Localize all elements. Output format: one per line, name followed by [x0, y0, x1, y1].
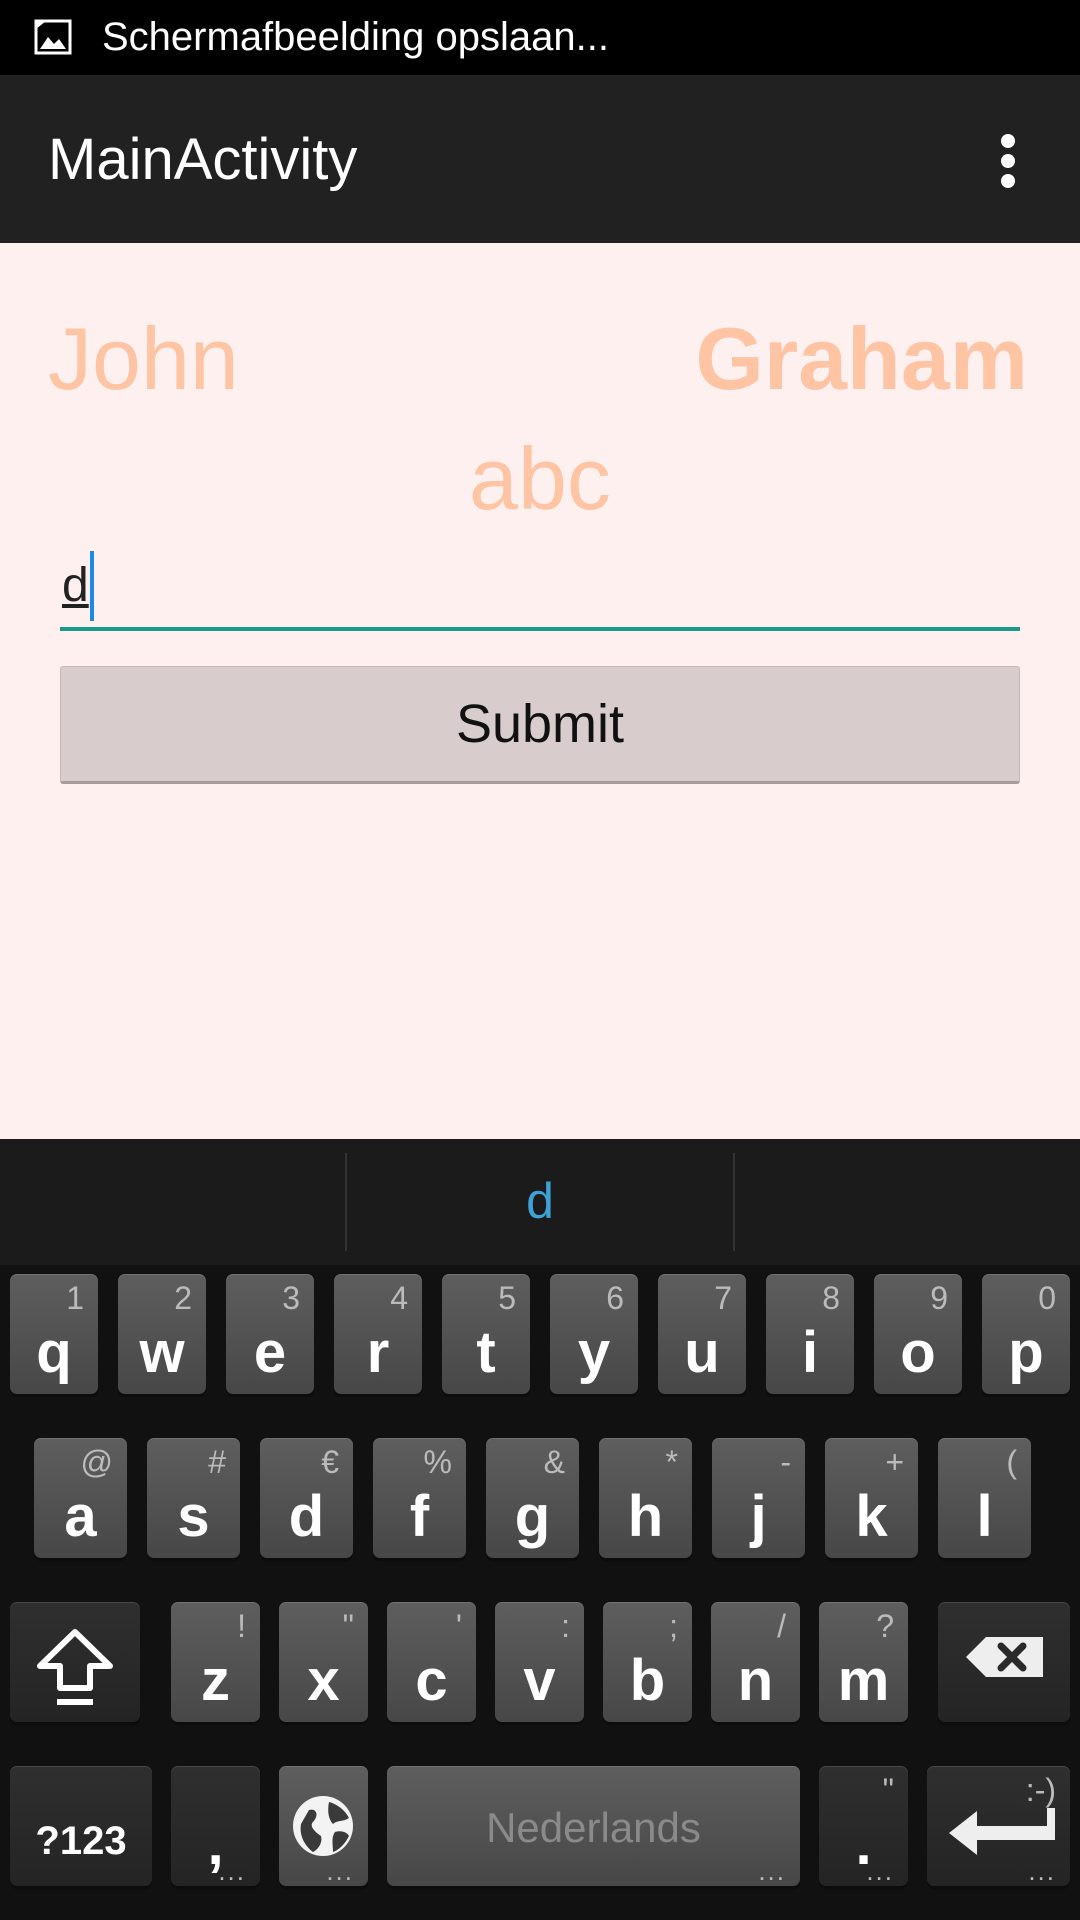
input-value: d: [62, 559, 89, 612]
key-n[interactable]: / n: [711, 1602, 800, 1722]
enter-key[interactable]: :-) ...: [927, 1766, 1070, 1886]
key-g[interactable]: & g: [486, 1438, 579, 1558]
key-f[interactable]: % f: [373, 1438, 466, 1558]
comma-key[interactable]: , ...: [171, 1766, 260, 1886]
key-z[interactable]: ! z: [171, 1602, 260, 1722]
soft-keyboard: d 1q 2w 3e 4r 5t 6y 7u 8i 9o 0p @ a # s € d…: [0, 1139, 1080, 1920]
text-cursor: [90, 551, 94, 621]
key-u[interactable]: 7u: [658, 1274, 746, 1394]
suggestion-strip: d: [0, 1139, 1080, 1265]
key-s[interactable]: # s: [147, 1438, 240, 1558]
last-name-text: Graham: [695, 309, 1028, 408]
first-name-text: John: [48, 309, 239, 408]
key-d[interactable]: € d: [260, 1438, 353, 1558]
key-r[interactable]: 4r: [334, 1274, 422, 1394]
status-notification-text: Schermafbeelding opslaan...: [102, 15, 609, 59]
overflow-menu-icon[interactable]: [990, 131, 1026, 191]
key-j[interactable]: -j: [712, 1438, 805, 1558]
suggestion-word[interactable]: d: [0, 1169, 1080, 1233]
submit-button[interactable]: Submit: [60, 666, 1020, 784]
language-key[interactable]: ...: [279, 1766, 368, 1886]
key-l[interactable]: (l: [938, 1438, 1031, 1558]
symbols-key[interactable]: ?123: [10, 1766, 152, 1886]
backspace-key[interactable]: [938, 1602, 1070, 1722]
main-content: John Graham abc d Submit: [0, 243, 1080, 1139]
key-w[interactable]: 2w: [118, 1274, 206, 1394]
shift-key[interactable]: [10, 1602, 140, 1722]
key-p[interactable]: 0p: [982, 1274, 1070, 1394]
period-key[interactable]: " . ...: [819, 1766, 908, 1886]
text-input[interactable]: d: [60, 543, 1020, 631]
status-bar: Schermafbeelding opslaan...: [0, 0, 1080, 75]
action-bar: MainActivity: [0, 75, 1080, 243]
key-x[interactable]: " x: [279, 1602, 368, 1722]
image-icon: [34, 19, 72, 55]
key-q[interactable]: 1q: [10, 1274, 98, 1394]
key-h[interactable]: * h: [599, 1438, 692, 1558]
key-y[interactable]: 6y: [550, 1274, 638, 1394]
key-v[interactable]: :v: [495, 1602, 584, 1722]
key-m[interactable]: ? m: [819, 1602, 908, 1722]
key-k[interactable]: + k: [825, 1438, 918, 1558]
key-b[interactable]: ; b: [603, 1602, 692, 1722]
key-i[interactable]: 8i: [766, 1274, 854, 1394]
abc-label: abc: [469, 429, 611, 528]
globe-icon: [293, 1796, 353, 1856]
key-t[interactable]: 5t: [442, 1274, 530, 1394]
key-a[interactable]: @ a: [34, 1438, 127, 1558]
shift-icon: [37, 1629, 113, 1705]
backspace-icon: [966, 1637, 1043, 1677]
space-key[interactable]: Nederlands ...: [387, 1766, 800, 1886]
app-title: MainActivity: [48, 127, 358, 192]
key-e[interactable]: 3e: [226, 1274, 314, 1394]
key-o[interactable]: 9o: [874, 1274, 962, 1394]
key-c[interactable]: ' c: [387, 1602, 476, 1722]
